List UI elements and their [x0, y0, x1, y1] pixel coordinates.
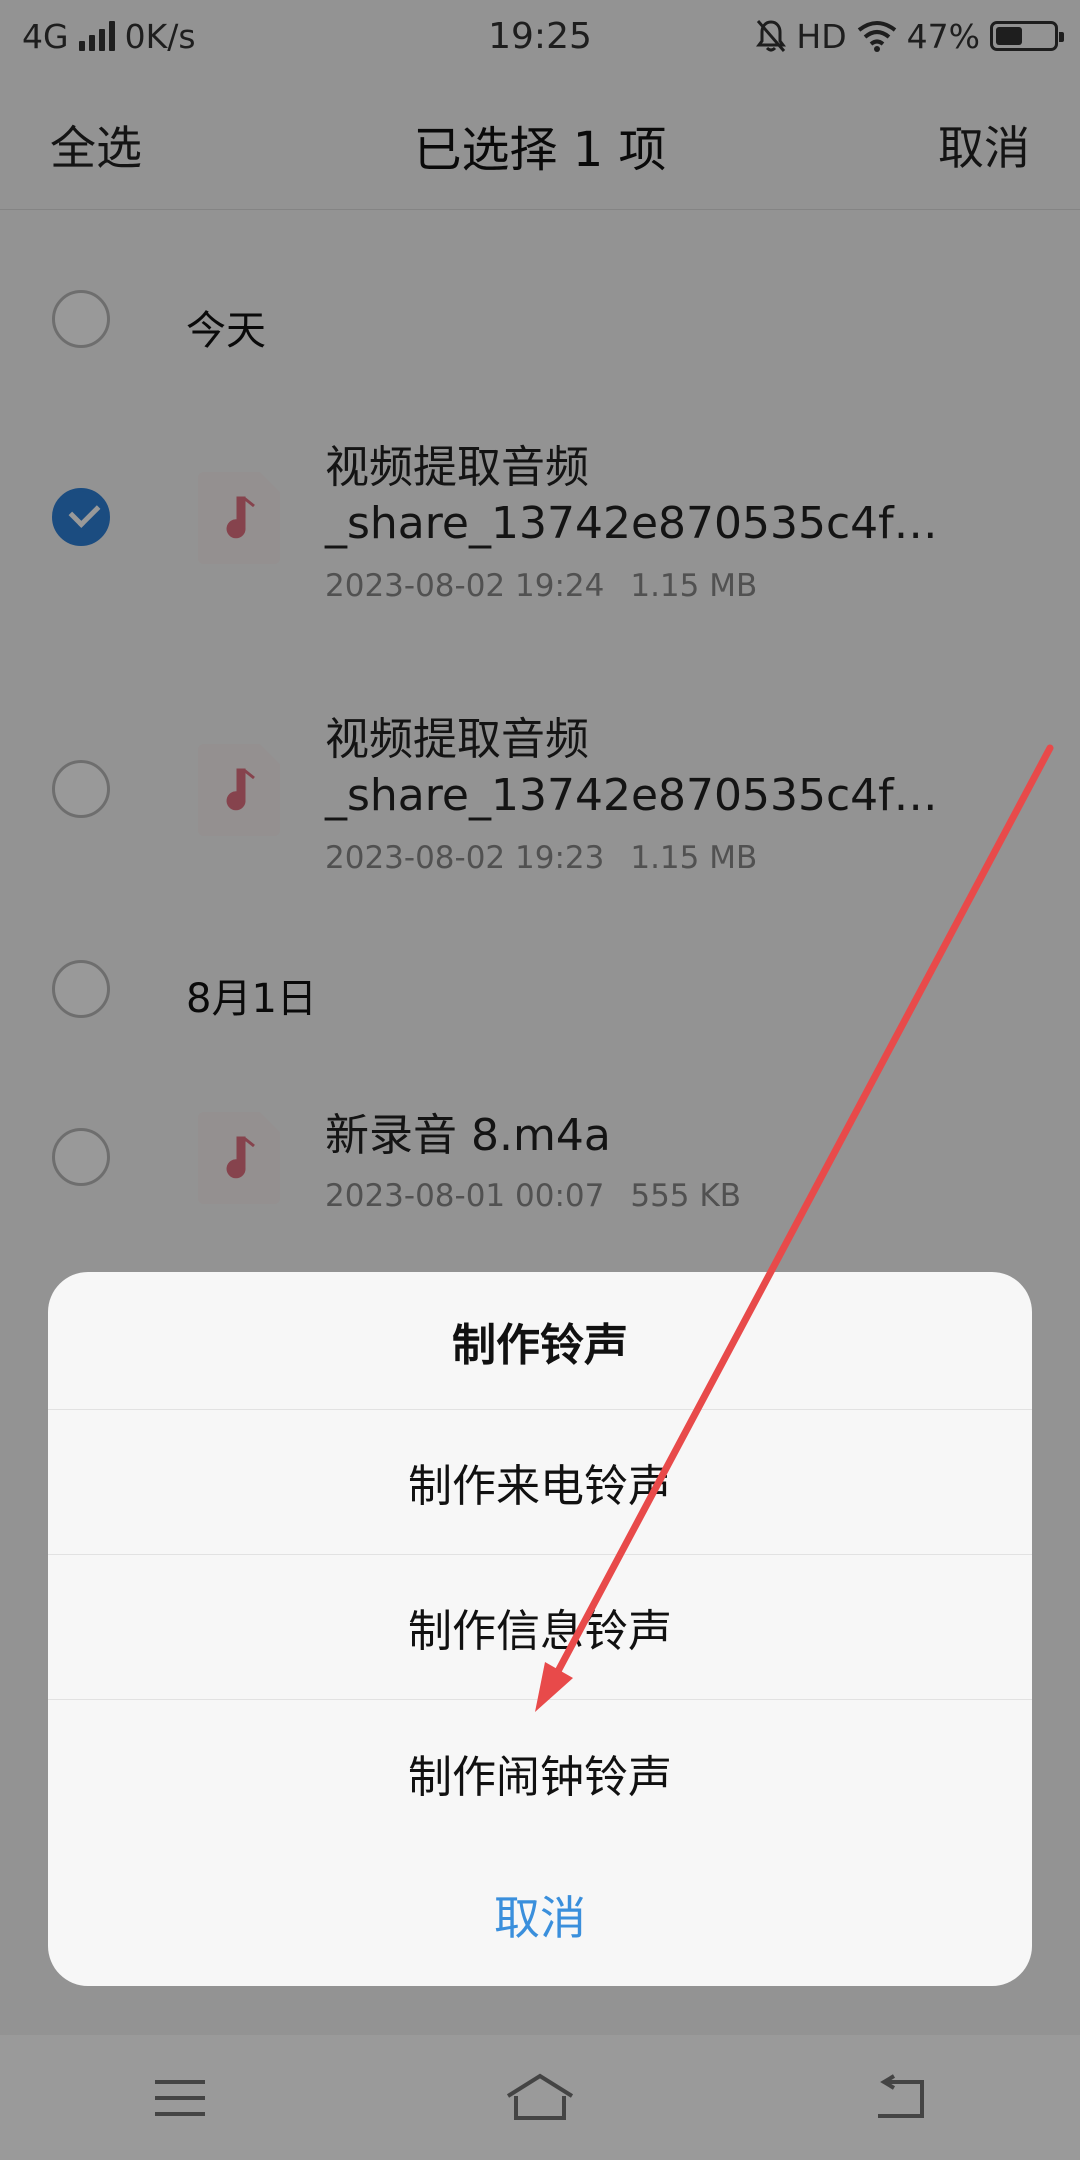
make-call-ringtone-button[interactable]: 制作来电铃声 [48, 1410, 1032, 1555]
make-message-ringtone-button[interactable]: 制作信息铃声 [48, 1555, 1032, 1700]
menu-button[interactable] [130, 2058, 230, 2138]
back-button[interactable] [850, 2058, 950, 2138]
make-alarm-ringtone-button[interactable]: 制作闹钟铃声 [48, 1700, 1032, 1845]
back-icon [878, 2073, 924, 2118]
sheet-cancel-button[interactable]: 取消 [48, 1845, 1032, 1985]
sheet-title: 制作铃声 [48, 1272, 1032, 1410]
menu-icon [155, 2079, 205, 2116]
navigation-bar [0, 2035, 1080, 2160]
ringtone-sheet: 制作铃声 制作来电铃声 制作信息铃声 制作闹钟铃声 取消 [48, 1272, 1032, 1986]
home-icon [506, 2073, 574, 2120]
home-button[interactable] [490, 2058, 590, 2138]
